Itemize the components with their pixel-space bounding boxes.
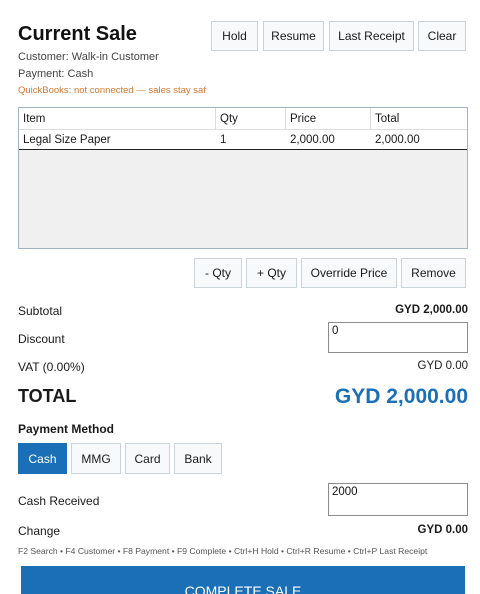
column-header-item[interactable]: Item: [19, 108, 216, 129]
plus-qty-button[interactable]: + Qty: [246, 258, 297, 288]
column-header-price[interactable]: Price: [286, 108, 371, 129]
payment-method-cash[interactable]: Cash: [18, 443, 67, 474]
clear-button[interactable]: Clear: [418, 21, 466, 51]
complete-sale-button[interactable]: Complete Sale: [21, 566, 465, 594]
table-row[interactable]: Legal Size Paper 1 2,000.00 2,000.00: [19, 130, 467, 150]
resume-button[interactable]: Resume: [263, 21, 324, 51]
vat-value: GYD 0.00: [417, 360, 469, 372]
column-header-total[interactable]: Total: [371, 108, 467, 129]
row-total: 2,000.00: [375, 133, 420, 146]
cash-received-label: Cash Received: [18, 494, 100, 508]
override-price-button[interactable]: Override Price: [301, 258, 397, 288]
payment-method-card[interactable]: Card: [125, 443, 170, 474]
discount-label: Discount: [18, 332, 65, 346]
grid-header: Item Qty Price Total: [19, 108, 467, 130]
payment-method-mmg[interactable]: MMG: [71, 443, 121, 474]
page-title: Current Sale: [18, 23, 137, 45]
discount-input[interactable]: 0: [328, 322, 468, 353]
quickbooks-status: QuickBooks: not connected — sales stay s…: [18, 85, 206, 96]
minus-qty-button[interactable]: - Qty: [194, 258, 242, 288]
change-value: GYD 0.00: [417, 524, 469, 536]
hold-button[interactable]: Hold: [211, 21, 258, 51]
keyboard-shortcuts-hint: F2 Search • F4 Customer • F8 Payment • F…: [18, 546, 428, 556]
column-header-qty[interactable]: Qty: [216, 108, 286, 129]
last-receipt-button[interactable]: Last Receipt: [329, 21, 414, 51]
row-price: 2,000.00: [290, 133, 335, 146]
row-item: Legal Size Paper: [23, 133, 111, 146]
change-label: Change: [18, 524, 61, 538]
cash-received-input[interactable]: 2000: [328, 483, 468, 516]
subtotal-value: GYD 2,000.00: [395, 304, 468, 316]
total-value: GYD 2,000.00: [334, 385, 468, 408]
row-qty: 1: [220, 133, 227, 146]
payment-method-bank[interactable]: Bank: [174, 443, 222, 474]
subtotal-label: Subtotal: [18, 304, 63, 318]
customer-label: Customer: Walk-in Customer: [18, 51, 159, 63]
payment-label: Payment: Cash: [18, 68, 94, 80]
vat-label: VAT (0.00%): [18, 360, 85, 374]
sale-items-grid[interactable]: Item Qty Price Total Legal Size Paper 1 …: [18, 107, 468, 249]
payment-method-label: Payment Method: [18, 422, 115, 436]
total-label: TOTAL: [18, 386, 77, 406]
remove-button[interactable]: Remove: [401, 258, 466, 288]
